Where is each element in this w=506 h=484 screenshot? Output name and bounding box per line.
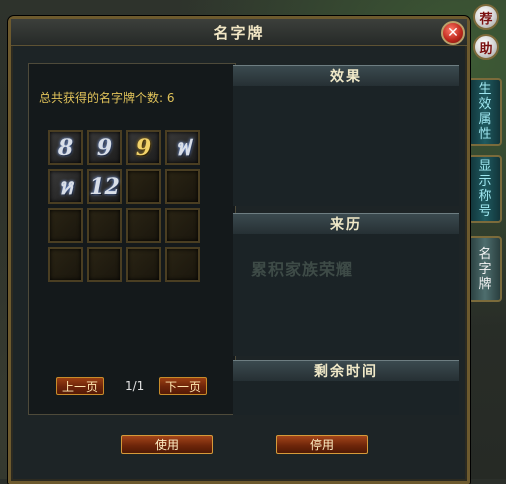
- window-titlebar[interactable]: 名字牌 ✕: [11, 19, 467, 46]
- remaining-time-header: 剩余时间: [233, 360, 459, 382]
- empty-slot[interactable]: [48, 208, 83, 243]
- empty-slot[interactable]: [165, 247, 200, 282]
- effect-body: [233, 86, 459, 206]
- empty-slot[interactable]: [165, 208, 200, 243]
- source-header: 来历: [233, 213, 459, 235]
- use-button[interactable]: 使用: [121, 435, 213, 454]
- effect-header-label: 效果: [330, 69, 362, 85]
- nameplate-collection-panel: 总共获得的名字牌个数: 6 8 9 9 ฟห 12 上一页 1/1 下一页: [28, 63, 236, 415]
- empty-slot[interactable]: [126, 169, 161, 204]
- prev-page-label: 上一页: [61, 379, 98, 394]
- remaining-time-label: 剩余时间: [314, 364, 378, 380]
- source-text: 累积家族荣耀: [251, 260, 354, 279]
- nameplate-window: 名字牌 ✕ 总共获得的名字牌个数: 6 8 9 9 ฟห 12 上一页 1/1 下一页 …: [8, 16, 470, 484]
- recommend-button[interactable]: 荐: [473, 4, 499, 30]
- nameplate-card-glyph: ฟ: [174, 135, 191, 161]
- disable-button[interactable]: 停用: [276, 435, 368, 454]
- prev-page-button[interactable]: 上一页: [56, 377, 104, 395]
- recommend-label: 荐: [479, 11, 493, 27]
- tab-display-label: 显示称号: [478, 159, 492, 219]
- nameplate-card-glyph: 9: [135, 134, 152, 161]
- tab-nameplate-label: 名字牌: [478, 246, 492, 292]
- nameplate-card[interactable]: ฟ: [165, 130, 200, 165]
- help-button[interactable]: 助: [473, 34, 499, 60]
- empty-slot[interactable]: [87, 208, 122, 243]
- nameplate-grid: 8 9 9 ฟห 12: [48, 130, 200, 282]
- next-page-button[interactable]: 下一页: [159, 377, 207, 395]
- nameplate-card-glyph: 9: [96, 134, 113, 161]
- nameplate-card[interactable]: 9: [126, 130, 161, 165]
- next-page-label: 下一页: [164, 379, 201, 394]
- nameplate-card[interactable]: 8: [48, 130, 83, 165]
- nameplate-card-glyph: 12: [89, 173, 120, 200]
- nameplate-card-glyph: ห: [58, 174, 73, 200]
- tab-attributes-label: 生效属性: [478, 82, 492, 142]
- nameplate-card[interactable]: 12: [87, 169, 122, 204]
- empty-slot[interactable]: [126, 247, 161, 282]
- effect-header: 效果: [233, 65, 459, 87]
- empty-slot[interactable]: [87, 247, 122, 282]
- page-indicator: 1/1: [125, 379, 145, 393]
- empty-slot[interactable]: [165, 169, 200, 204]
- close-button[interactable]: ✕: [441, 21, 465, 45]
- close-icon: ✕: [447, 25, 459, 41]
- help-label: 助: [479, 41, 493, 57]
- source-header-label: 来历: [330, 217, 362, 233]
- tab-nameplate[interactable]: 名字牌: [468, 236, 502, 302]
- nameplate-count-label: 总共获得的名字牌个数: 6: [39, 91, 175, 105]
- tab-attributes[interactable]: 生效属性: [468, 78, 502, 146]
- source-body: [233, 234, 459, 356]
- nameplate-card-glyph: 8: [57, 134, 74, 161]
- use-button-label: 使用: [154, 438, 179, 452]
- pagination: 上一页 1/1 下一页: [56, 377, 226, 399]
- disable-button-label: 停用: [309, 438, 334, 452]
- nameplate-card[interactable]: ห: [48, 169, 83, 204]
- nameplate-card[interactable]: 9: [87, 130, 122, 165]
- window-title: 名字牌: [213, 23, 265, 42]
- empty-slot[interactable]: [48, 247, 83, 282]
- remaining-time-body: [233, 381, 459, 415]
- empty-slot[interactable]: [126, 208, 161, 243]
- tab-display-title[interactable]: 显示称号: [468, 155, 502, 223]
